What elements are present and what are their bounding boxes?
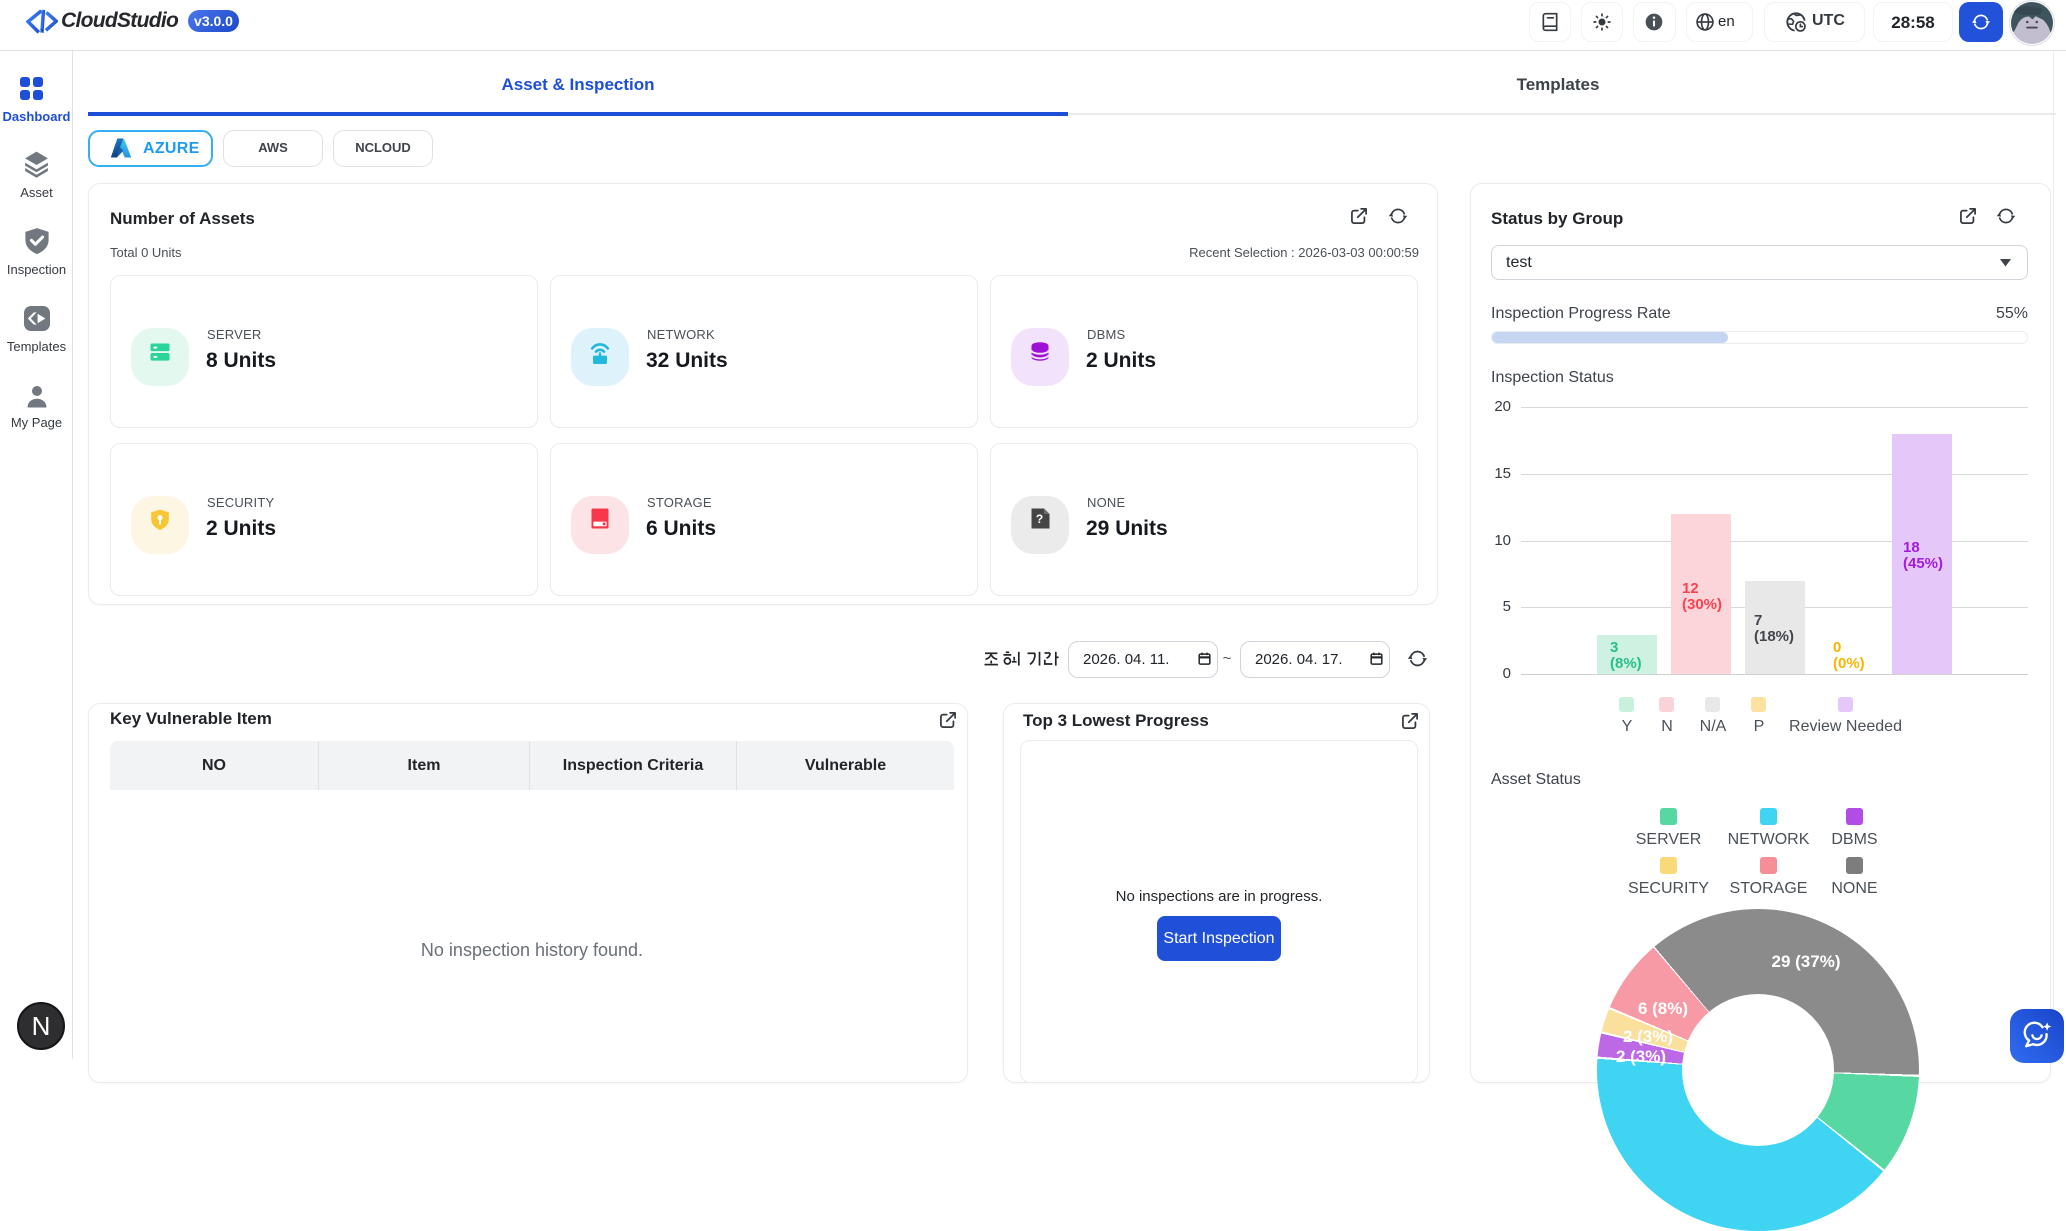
svg-text:?: ? — [1036, 512, 1043, 526]
